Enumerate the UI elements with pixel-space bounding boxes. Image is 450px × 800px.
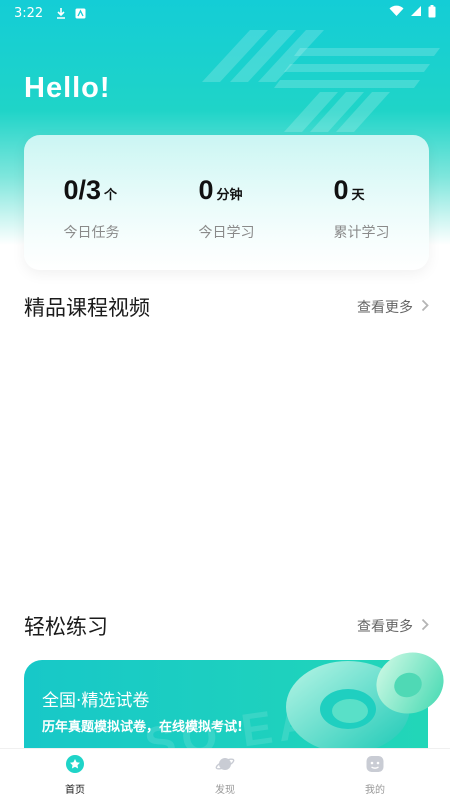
exam-card-subtitle: 历年真题模拟试卷，在线模拟考试! bbox=[42, 720, 243, 735]
stats-card: 0/3 个 今日任务 0 分钟 今日学习 0 天 累计学习 bbox=[24, 135, 429, 270]
practice-section-header: 轻松练习 查看更多 bbox=[24, 611, 429, 641]
courses-section-header: 精品课程视频 查看更多 bbox=[24, 292, 429, 322]
practice-more-link[interactable]: 查看更多 bbox=[357, 616, 429, 636]
status-bar: 3:22 bbox=[0, 0, 450, 26]
home-icon bbox=[65, 754, 85, 778]
nav-home[interactable]: 首页 bbox=[35, 754, 115, 796]
nav-discover[interactable]: 发现 bbox=[185, 754, 265, 796]
stat-unit: 个 bbox=[104, 188, 118, 203]
courses-section-title: 精品课程视频 bbox=[24, 296, 150, 320]
profile-face-icon bbox=[365, 754, 385, 778]
planet-icon bbox=[215, 754, 235, 778]
nav-home-label: 首页 bbox=[65, 784, 85, 796]
download-icon bbox=[55, 7, 67, 19]
signal-icon bbox=[410, 5, 422, 21]
bottom-nav: 首页 发现 我的 bbox=[0, 748, 450, 800]
stat-value: 0 bbox=[198, 175, 214, 205]
courses-more-link[interactable]: 查看更多 bbox=[357, 297, 429, 317]
stat-unit: 天 bbox=[351, 188, 365, 203]
stat-total-study[interactable]: 0 天 累计学习 bbox=[334, 175, 390, 270]
stat-value: 0 bbox=[333, 175, 349, 205]
greeting-title: Hello! bbox=[24, 72, 111, 104]
stat-label: 今日学习 bbox=[198, 225, 255, 241]
more-label: 查看更多 bbox=[357, 300, 413, 316]
stat-value: 0/3 bbox=[63, 175, 102, 205]
battery-icon bbox=[428, 4, 436, 22]
stat-label: 累计学习 bbox=[333, 225, 390, 241]
wifi-icon bbox=[389, 5, 404, 21]
stat-unit: 分钟 bbox=[216, 188, 243, 203]
stat-today-study[interactable]: 0 分钟 今日学习 bbox=[199, 175, 255, 270]
status-time: 3:22 bbox=[14, 5, 44, 21]
chevron-right-icon bbox=[421, 299, 429, 316]
nav-profile-label: 我的 bbox=[365, 784, 385, 796]
stat-label: 今日任务 bbox=[63, 225, 120, 241]
nav-profile[interactable]: 我的 bbox=[335, 754, 415, 796]
stat-today-tasks[interactable]: 0/3 个 今日任务 bbox=[64, 175, 120, 270]
ring-illustration-icon bbox=[286, 652, 444, 753]
chevron-right-icon bbox=[421, 618, 429, 635]
exam-card-title: 全国·精选试卷 bbox=[42, 691, 150, 711]
nav-discover-label: 发现 bbox=[215, 784, 235, 796]
practice-section-title: 轻松练习 bbox=[24, 615, 108, 639]
more-label: 查看更多 bbox=[357, 619, 413, 635]
notification-app-icon bbox=[75, 8, 86, 19]
